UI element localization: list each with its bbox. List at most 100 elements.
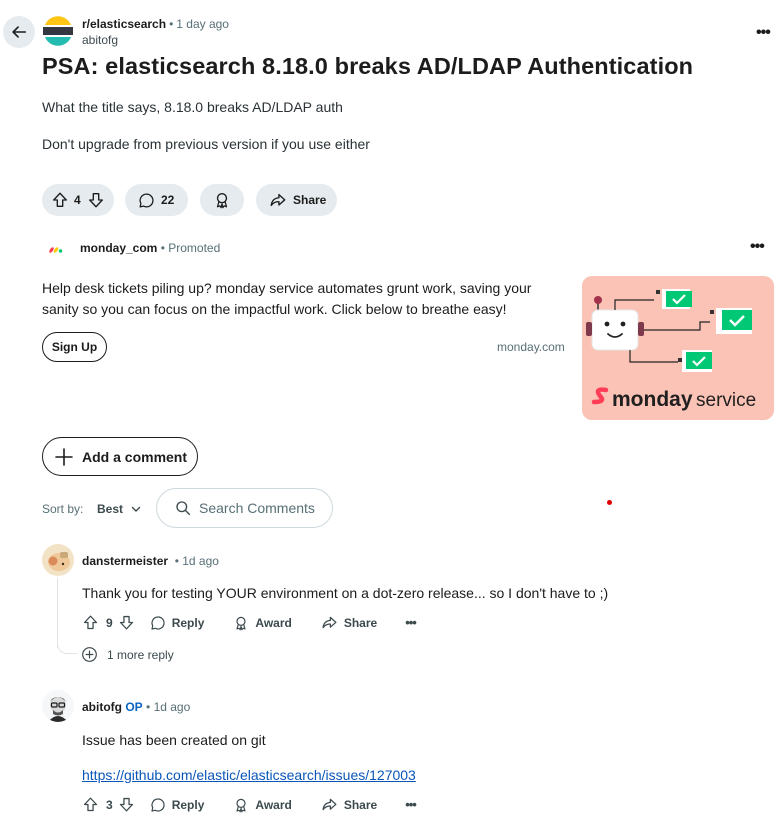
downvote-button[interactable] <box>118 796 135 813</box>
search-comments-field[interactable] <box>156 488 333 528</box>
check-box-icon <box>656 289 692 309</box>
award-icon <box>216 193 228 209</box>
comment-bubble-icon <box>151 615 165 630</box>
arrow-left-icon <box>12 26 27 38</box>
share-icon <box>270 193 286 207</box>
advertiser-name[interactable]: monday_com <box>80 241 157 255</box>
check-box-icon <box>710 308 752 334</box>
thread-curve <box>57 640 77 654</box>
downvote-icon <box>88 193 103 208</box>
post-age: 1 day ago <box>176 17 229 31</box>
post-more-button[interactable]: ••• <box>756 24 771 42</box>
reply-label: Reply <box>171 797 205 812</box>
comment-bubble-icon <box>151 797 165 812</box>
avatar[interactable] <box>42 690 74 722</box>
post-title: PSA: elasticsearch 8.18.0 breaks AD/LDAP… <box>42 53 694 79</box>
sign-up-button[interactable]: Sign Up <box>42 332 107 362</box>
award-label: Award <box>255 797 292 812</box>
avatar[interactable] <box>42 544 74 576</box>
ad-text[interactable]: Help desk tickets piling up? monday serv… <box>42 278 552 320</box>
separator-dot: • <box>142 700 154 714</box>
plus-icon <box>55 447 73 466</box>
comment-age: 1d ago <box>182 554 219 568</box>
comment-author[interactable]: danstermeister <box>82 554 168 568</box>
comment-actions: 3 Reply Award Share ••• <box>82 796 417 813</box>
advertiser-line: monday_com • Promoted <box>80 241 220 255</box>
subreddit-avatar[interactable] <box>42 15 74 47</box>
ad-domain[interactable]: monday.com <box>497 340 565 354</box>
downvote-icon <box>119 615 133 630</box>
reply-button[interactable]: Reply <box>150 615 205 631</box>
promoted-label: Promoted <box>168 241 221 255</box>
add-comment-button[interactable]: Add a comment <box>42 437 198 476</box>
search-icon <box>176 501 191 516</box>
more-replies-button[interactable]: 1 more reply <box>81 646 174 663</box>
thread-line[interactable] <box>57 578 58 648</box>
comment-author[interactable]: abitofg <box>82 700 122 714</box>
upvote-icon <box>83 797 98 812</box>
award-button[interactable]: Award <box>233 797 292 813</box>
vote-control: 4 <box>42 184 114 216</box>
vote-count: 3 <box>106 797 113 812</box>
share-button[interactable]: Share <box>321 614 377 631</box>
ad-product-text: service <box>696 390 756 411</box>
comment-bubble-icon <box>139 192 154 208</box>
post-body-line: What the title says, 8.18.0 breaks AD/LD… <box>42 99 343 115</box>
upvote-icon <box>83 615 98 630</box>
share-button[interactable]: Share <box>256 184 337 216</box>
award-icon <box>236 798 246 812</box>
ad-image[interactable]: monday service <box>582 276 774 420</box>
monday-service-logo-icon <box>591 387 609 405</box>
downvote-button[interactable] <box>118 614 135 631</box>
comment-more-button[interactable]: ••• <box>405 797 417 812</box>
comment-text: Thank you for testing YOUR environment o… <box>82 585 609 601</box>
plus-circle-icon <box>82 647 97 662</box>
back-button[interactable] <box>3 16 35 48</box>
ad-more-button[interactable]: ••• <box>750 238 765 256</box>
award-button[interactable] <box>200 184 244 216</box>
post-author[interactable]: abitofg <box>82 33 118 47</box>
chevron-down-icon <box>131 506 141 512</box>
comment-text: Issue has been created on git <box>82 732 266 748</box>
reply-button[interactable]: Reply <box>150 797 205 813</box>
share-label: Share <box>343 615 378 630</box>
search-comments-input[interactable] <box>199 500 329 516</box>
red-dot-marker <box>607 500 612 505</box>
comment-header: abitofg OP • 1d ago <box>82 700 190 714</box>
award-button[interactable]: Award <box>233 615 292 631</box>
more-replies-label: 1 more reply <box>107 647 174 662</box>
upvote-button[interactable] <box>82 614 99 631</box>
ad-brand-text: monday <box>612 388 693 411</box>
downvote-button[interactable] <box>87 191 105 209</box>
comment-more-button[interactable]: ••• <box>405 615 417 630</box>
separator-dot: • <box>169 17 174 31</box>
sort-by-label: Sort by: <box>42 502 84 516</box>
share-icon <box>322 616 337 629</box>
monday-logo-icon[interactable] <box>48 240 64 256</box>
elasticsearch-logo-icon <box>42 15 74 47</box>
award-label: Award <box>255 615 292 630</box>
post-body-line: Don't upgrade from previous version if y… <box>42 136 370 152</box>
downvote-icon <box>119 797 133 812</box>
github-issue-link[interactable]: https://github.com/elastic/elasticsearch… <box>82 767 416 783</box>
upvote-button[interactable] <box>82 796 99 813</box>
upvote-icon <box>53 192 67 207</box>
separator-dot: • <box>157 241 169 255</box>
sort-dropdown[interactable]: Best <box>97 502 141 516</box>
check-box-icon <box>678 350 712 372</box>
add-comment-label: Add a comment <box>82 448 188 465</box>
share-label: Share <box>293 193 327 207</box>
comment-header: danstermeister • 1d ago <box>82 554 219 568</box>
op-badge: OP <box>125 700 143 714</box>
subreddit-line: r/elasticsearch • 1 day ago <box>82 17 229 31</box>
comments-button[interactable]: 22 <box>125 184 188 216</box>
subreddit-name[interactable]: r/elasticsearch <box>82 17 166 31</box>
comment-age: 1d ago <box>153 700 191 714</box>
reply-label: Reply <box>171 615 205 630</box>
upvote-button[interactable] <box>51 191 69 209</box>
vote-count: 9 <box>106 615 113 630</box>
separator-dot: • <box>168 554 183 568</box>
vote-count: 4 <box>74 193 81 207</box>
share-button[interactable]: Share <box>321 796 377 813</box>
sort-value: Best <box>97 502 124 516</box>
